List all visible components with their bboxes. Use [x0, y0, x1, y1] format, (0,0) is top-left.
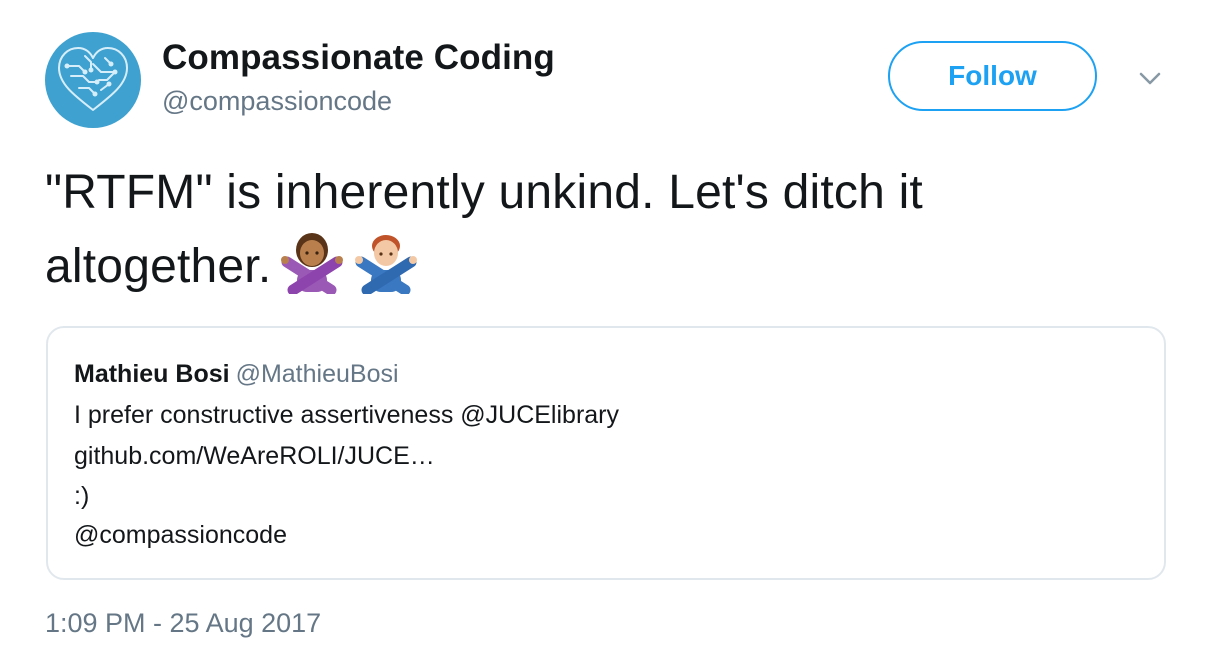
quoted-tweet-name: Mathieu Bosi	[74, 360, 230, 388]
quoted-tweet-link: github.com/WeAreROLI/JUCE…	[74, 442, 435, 470]
author-name[interactable]: Compassionate Coding	[162, 38, 555, 78]
avatar[interactable]	[45, 32, 141, 128]
quoted-tweet-line: :)	[74, 482, 90, 510]
tweet-timestamp[interactable]: 1:09 PM - 25 Aug 2017	[45, 608, 321, 639]
quoted-tweet[interactable]: Mathieu Bosi @MathieuBosi I prefer constr…	[46, 326, 1166, 580]
quoted-tweet-line: I prefer constructive assertiveness @JUC…	[74, 401, 619, 429]
author-handle[interactable]: @compassioncode	[162, 86, 392, 117]
follow-button[interactable]: Follow	[888, 41, 1097, 111]
chevron-down-icon[interactable]	[1132, 66, 1168, 94]
quoted-tweet-author: Mathieu Bosi @MathieuBosi	[74, 360, 399, 389]
tweet-text-fragment: altogether.	[45, 240, 272, 293]
quoted-tweet-mention: @compassioncode	[74, 521, 287, 549]
tweet-card: Compassionate Coding @compassioncode Fol…	[0, 0, 1206, 668]
tweet-text-line: "RTFM" is inherently unkind. Let's ditch…	[45, 166, 923, 219]
tweet-text: "RTFM" is inherently unkind. Let's ditch…	[45, 158, 1155, 314]
tweet-text-line: altogether.	[45, 228, 1155, 314]
circuit-heart-logo-icon	[58, 47, 128, 111]
man-gesturing-no-icon	[353, 228, 419, 314]
quoted-tweet-handle: @MathieuBosi	[235, 360, 399, 388]
woman-gesturing-no-icon	[279, 228, 345, 314]
